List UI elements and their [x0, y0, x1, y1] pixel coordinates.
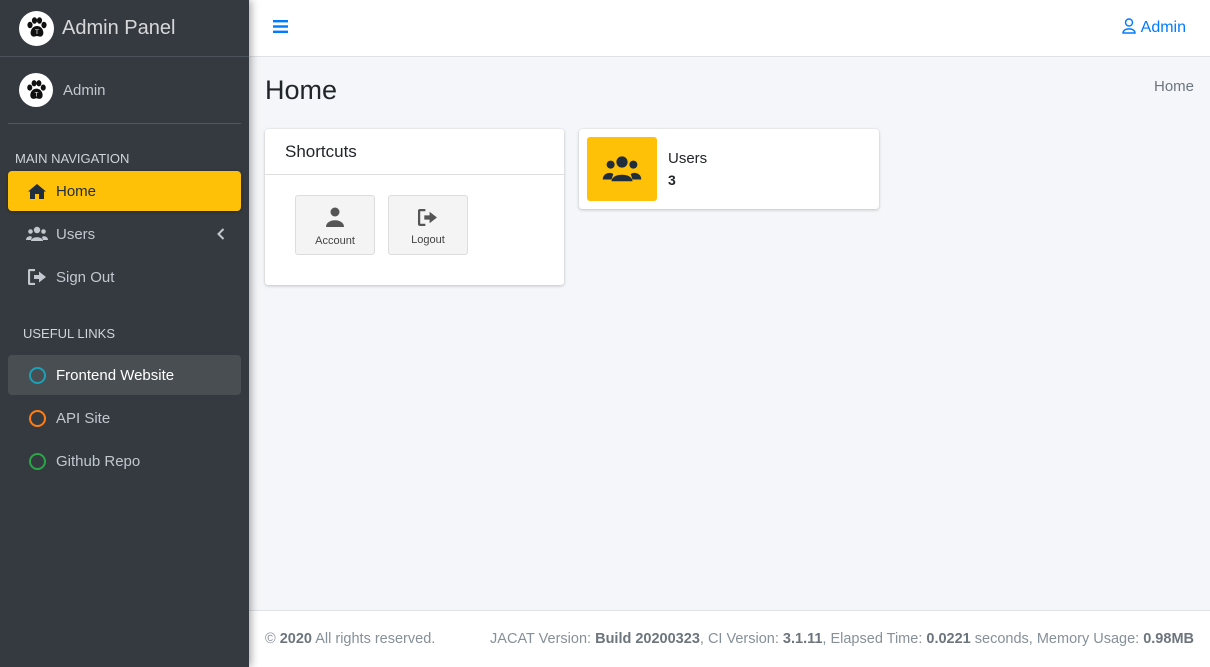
circle-icon	[26, 366, 48, 384]
users-icon	[26, 226, 48, 242]
sidebar-item-sign-out[interactable]: Sign Out	[8, 257, 241, 297]
shortcut-label: Logout	[411, 233, 445, 246]
user-icon	[326, 207, 344, 230]
jacat-version-value: Build 20200323	[595, 631, 700, 647]
sidebar-item-label: Frontend Website	[56, 366, 175, 384]
brand-link[interactable]: T Admin Panel	[0, 0, 249, 57]
shortcuts-card-title: Shortcuts	[265, 129, 564, 175]
chevron-left-icon	[217, 227, 225, 244]
svg-text:T: T	[34, 29, 39, 36]
jacat-version-label: JACAT Version:	[490, 631, 592, 647]
ci-version-value: 3.1.11	[782, 631, 823, 647]
paw-logo-icon: T	[19, 10, 54, 46]
admin-user-link[interactable]: Admin	[1121, 17, 1186, 39]
avatar: T	[19, 73, 53, 107]
brand-title: Admin Panel	[62, 16, 176, 39]
breadcrumb: Home	[1153, 78, 1194, 95]
copyright-symbol: ©	[265, 631, 276, 647]
sidebar-item-frontend-website[interactable]: Frontend Website	[8, 355, 241, 395]
memory-usage-value: 0.98MB	[1143, 631, 1194, 647]
svg-text:T: T	[33, 92, 38, 98]
top-navbar: Admin	[249, 0, 1210, 57]
page-title: Home	[265, 75, 338, 105]
sidebar-item-github-repo[interactable]: Github Repo	[8, 441, 241, 481]
info-box-content: Users 3	[657, 150, 707, 188]
admin-label: Admin	[1140, 19, 1186, 36]
sidebar-item-label: Home	[56, 182, 97, 200]
users-info-box[interactable]: Users 3	[579, 129, 879, 209]
ci-version-label: , CI Version:	[699, 631, 779, 647]
nav-header-main: MAIN NAVIGATION	[15, 151, 130, 166]
info-box-number: 3	[668, 172, 676, 188]
sign-out-icon	[26, 269, 48, 285]
circle-icon	[26, 452, 48, 470]
home-icon	[26, 183, 48, 200]
logout-icon	[417, 208, 438, 229]
memory-usage-label: seconds, Memory Usage:	[974, 631, 1140, 647]
users-icon	[587, 137, 657, 201]
hamburger-menu-icon[interactable]	[273, 19, 288, 37]
footer: © 2020 All rights reserved. JACAT Versio…	[249, 610, 1210, 667]
footer-copyright: © 2020 All rights reserved.	[265, 631, 435, 647]
shortcut-label: Account	[315, 235, 355, 247]
shortcuts-card: Shortcuts Account Logout	[265, 129, 564, 285]
copyright-text: All rights reserved.	[315, 631, 436, 647]
logout-shortcut-button[interactable]: Logout	[388, 195, 468, 255]
sidebar: T Admin Panel T Admin MAIN NAVIGATION Ho…	[0, 0, 249, 667]
sidebar-item-home[interactable]: Home	[8, 171, 241, 211]
sidebar-item-label: Users	[56, 225, 96, 243]
account-shortcut-button[interactable]: Account	[295, 195, 375, 255]
sidebar-item-label: Github Repo	[56, 452, 141, 470]
copyright-year: 2020	[279, 631, 312, 647]
circle-icon	[26, 409, 48, 427]
elapsed-time-value: 0.0221	[926, 631, 971, 647]
sidebar-item-label: Sign Out	[56, 268, 115, 286]
sidebar-item-users[interactable]: Users	[8, 214, 241, 254]
footer-version-info: JACAT Version: Build 20200323, CI Versio…	[490, 631, 1194, 647]
content-area: Home Home Shortcuts Account Logout Users…	[249, 57, 1210, 610]
nav-header-links: USEFUL LINKS	[23, 326, 115, 341]
main-nav: Home Users Sign Out	[0, 171, 249, 297]
user-name[interactable]: Admin	[63, 82, 106, 99]
links-nav: Frontend Website API Site Github Repo	[0, 355, 249, 481]
sidebar-item-api-site[interactable]: API Site	[8, 398, 241, 438]
user-icon	[1121, 17, 1136, 39]
user-panel[interactable]: T Admin	[8, 57, 241, 124]
sidebar-item-label: API Site	[56, 409, 111, 427]
info-box-label: Users	[668, 150, 708, 167]
elapsed-time-label: , Elapsed Time:	[822, 631, 923, 647]
